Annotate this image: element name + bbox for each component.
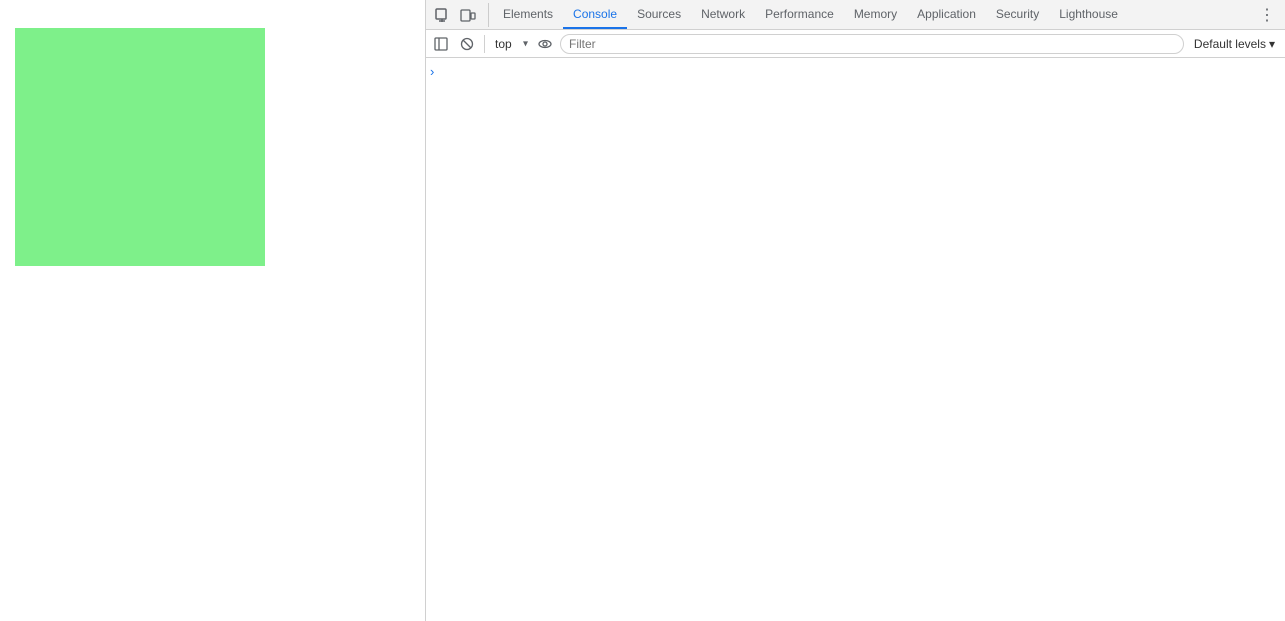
toggle-sidebar-icon[interactable] xyxy=(430,33,452,55)
green-box xyxy=(15,28,265,266)
tab-lighthouse[interactable]: Lighthouse xyxy=(1049,0,1128,29)
tab-network[interactable]: Network xyxy=(691,0,755,29)
clear-console-icon[interactable] xyxy=(456,33,478,55)
context-selector-wrapper: top ▾ xyxy=(491,35,530,53)
console-content: › xyxy=(426,58,1285,621)
context-select[interactable]: top xyxy=(491,35,530,53)
devtools-panel: Elements Console Sources Network Perform… xyxy=(425,0,1285,621)
tab-console[interactable]: Console xyxy=(563,0,627,29)
tab-elements[interactable]: Elements xyxy=(493,0,563,29)
inspect-element-icon[interactable] xyxy=(430,3,454,27)
devtools-icons xyxy=(430,3,489,27)
more-tabs-button[interactable]: ⋮ xyxy=(1253,5,1281,25)
tab-memory[interactable]: Memory xyxy=(844,0,907,29)
console-prompt-line[interactable]: › xyxy=(426,62,1285,81)
default-levels-button[interactable]: Default levels ▾ xyxy=(1188,35,1281,53)
tab-application[interactable]: Application xyxy=(907,0,986,29)
eye-icon[interactable] xyxy=(534,33,556,55)
console-toolbar: top ▾ Default levels ▾ xyxy=(426,30,1285,58)
devtools-tabs-container: Elements Console Sources Network Perform… xyxy=(493,0,1253,29)
page-content xyxy=(0,0,425,621)
prompt-arrow-icon: › xyxy=(430,64,434,79)
devtools-tab-bar: Elements Console Sources Network Perform… xyxy=(426,0,1285,30)
device-toggle-icon[interactable] xyxy=(456,3,480,27)
tab-sources[interactable]: Sources xyxy=(627,0,691,29)
default-levels-arrow-icon: ▾ xyxy=(1269,37,1275,51)
filter-input[interactable] xyxy=(560,34,1184,54)
separator-1 xyxy=(484,35,485,53)
tab-security[interactable]: Security xyxy=(986,0,1049,29)
tab-performance[interactable]: Performance xyxy=(755,0,844,29)
